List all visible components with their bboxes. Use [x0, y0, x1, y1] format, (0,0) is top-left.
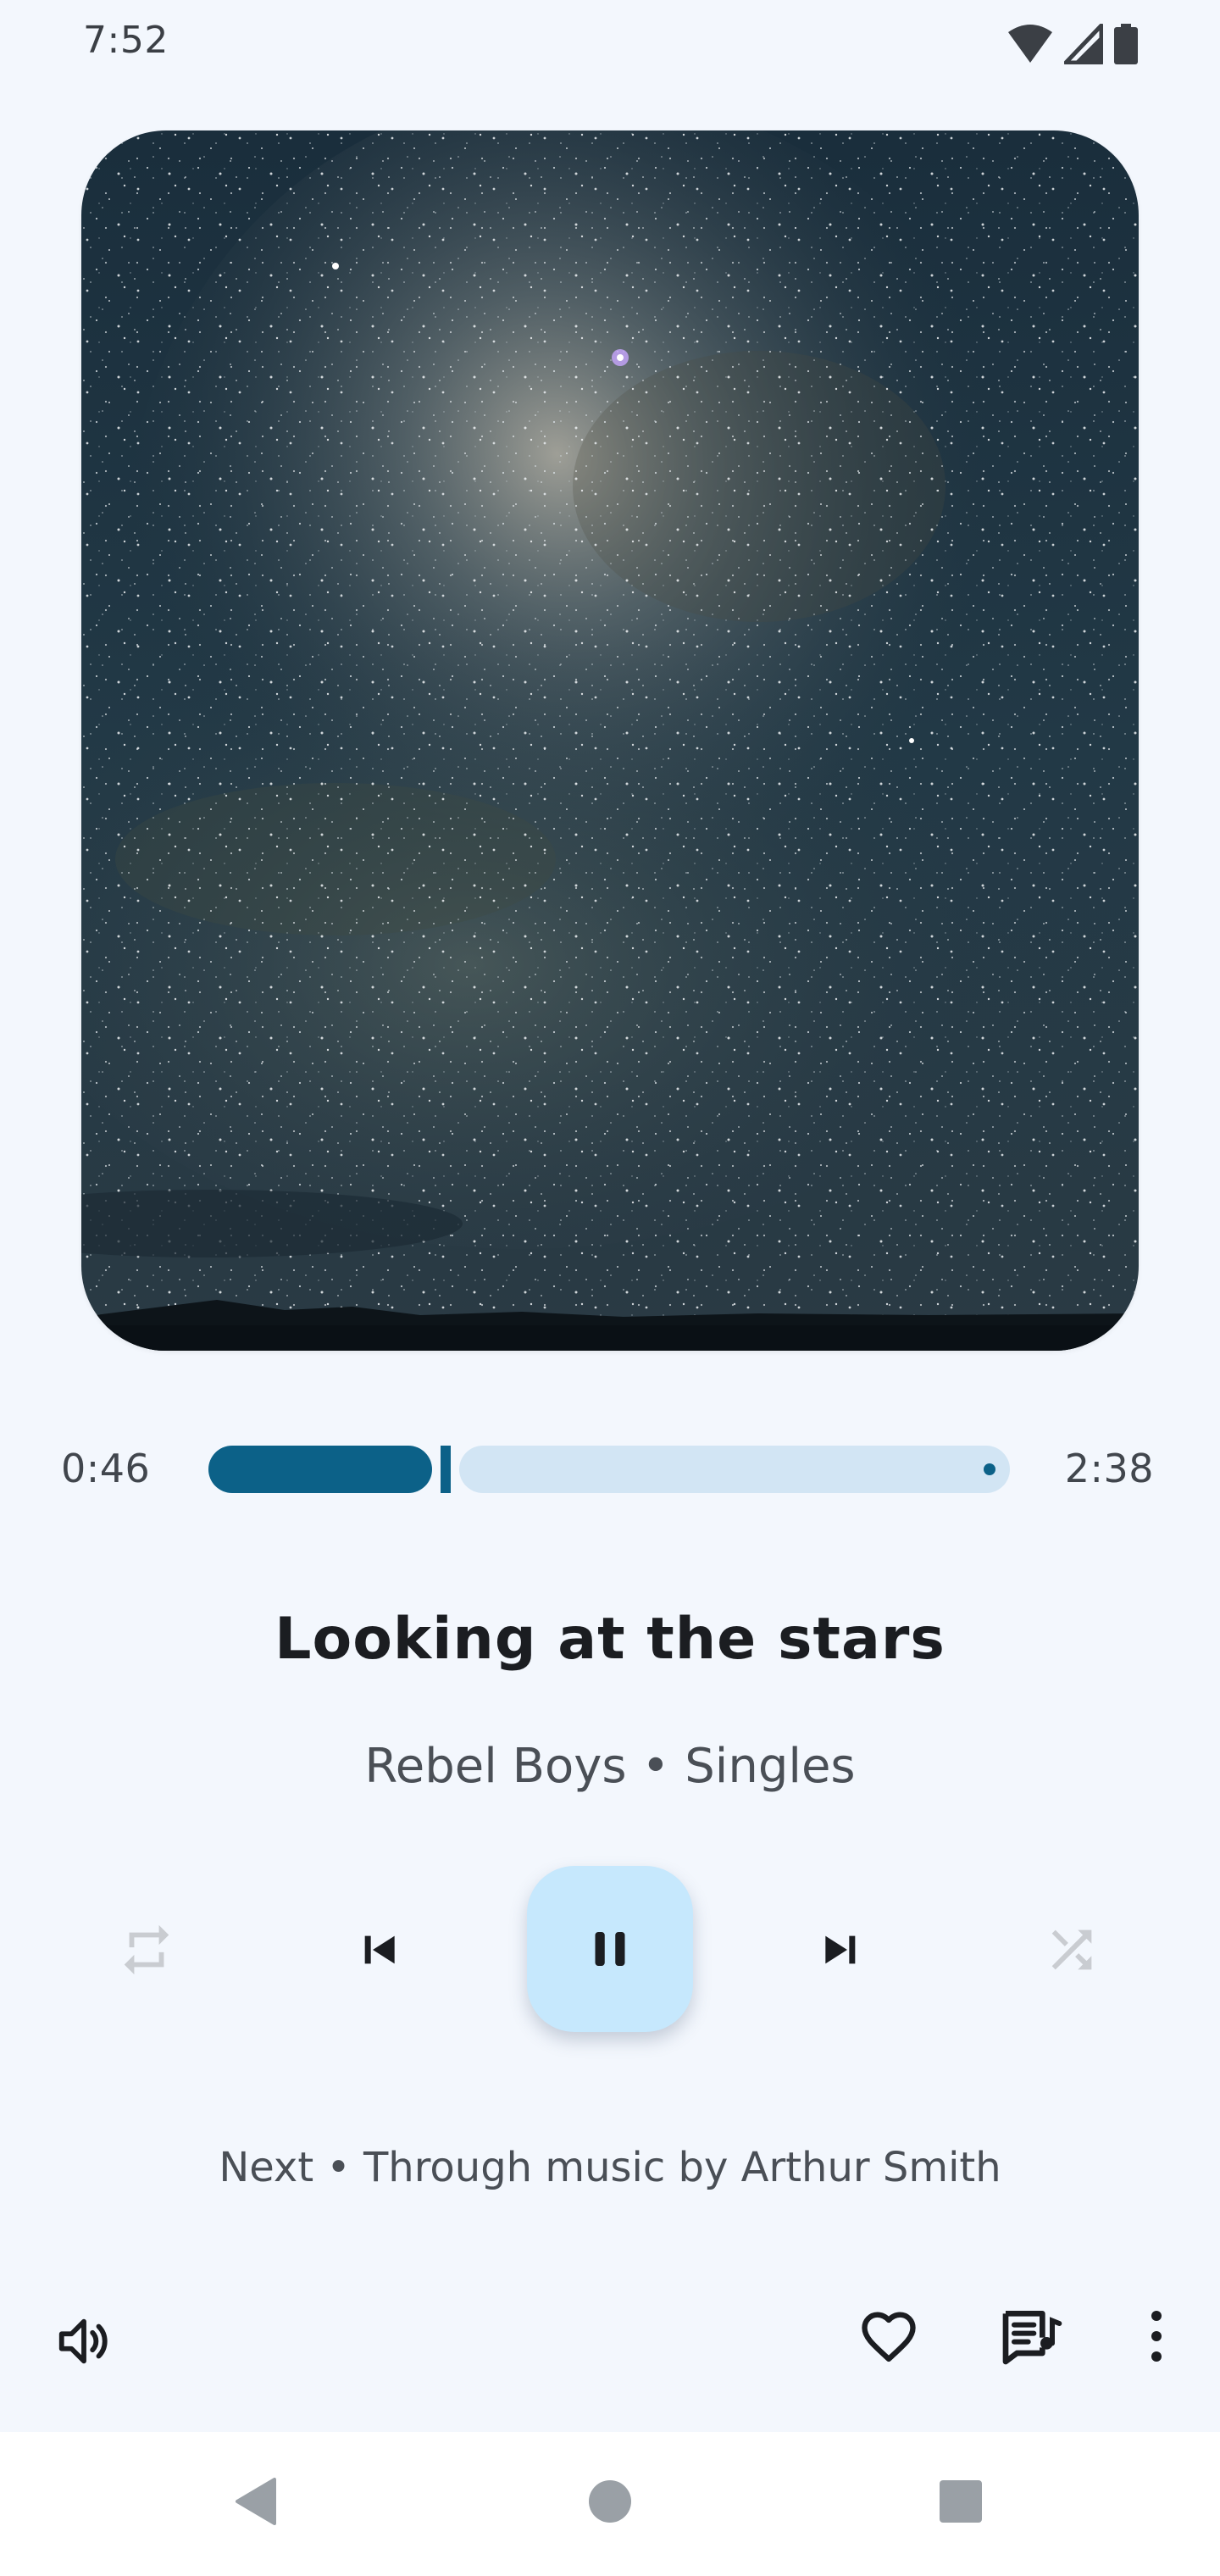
lyrics-button[interactable]	[993, 2298, 1069, 2374]
lyrics-icon	[1002, 2311, 1062, 2365]
shuffle-button[interactable]	[1034, 1912, 1110, 1988]
song-title: Looking at the stars	[274, 1606, 946, 1673]
status-bar: 7:52	[0, 0, 1220, 85]
status-icons	[1006, 24, 1139, 64]
repeat-icon	[124, 1924, 169, 1975]
repeat-button[interactable]	[108, 1912, 185, 1988]
home-icon	[589, 2480, 631, 2523]
shuffle-icon	[1051, 1929, 1092, 1970]
artist-album[interactable]: Rebel Boys • Singles	[0, 1739, 1220, 1794]
favorite-button[interactable]	[851, 2298, 927, 2374]
nav-back-button[interactable]	[222, 2468, 290, 2535]
heart-icon	[862, 2312, 916, 2362]
system-nav-bar	[0, 2432, 1220, 2576]
more-vert-icon	[1151, 2311, 1162, 2362]
seek-bar-thumb[interactable]	[441, 1415, 451, 1524]
skip-previous-icon	[364, 1935, 395, 1964]
skip-previous-button[interactable]	[341, 1912, 417, 1988]
skip-next-button[interactable]	[803, 1912, 879, 1988]
total-time: 2:38	[1064, 1446, 1154, 1491]
signal-icon	[1064, 24, 1103, 64]
album-art	[81, 130, 1139, 1351]
skip-next-icon	[825, 1935, 856, 1964]
nav-home-button[interactable]	[576, 2468, 644, 2535]
elapsed-time: 0:46	[61, 1446, 151, 1491]
seek-bar-remaining	[459, 1446, 1010, 1493]
volume-icon	[58, 2318, 108, 2364]
back-icon	[236, 2478, 276, 2525]
seek-bar-end-dot	[984, 1463, 995, 1475]
nav-recents-button[interactable]	[927, 2468, 995, 2535]
recents-icon	[940, 2480, 982, 2523]
more-options-button[interactable]	[1135, 2298, 1178, 2374]
pause-icon	[595, 1932, 625, 1966]
wifi-icon	[1008, 25, 1052, 63]
seek-bar-played	[208, 1446, 432, 1493]
battery-icon	[1114, 24, 1138, 64]
now-playing-screen: 7:52 0:46 2:38 Looking at the stars Rebe…	[0, 0, 1220, 2576]
volume-button[interactable]	[46, 2303, 122, 2379]
album-art-image	[81, 130, 1139, 1351]
status-time: 7:52	[83, 19, 169, 62]
next-up-label[interactable]: Next • Through music by Arthur Smith	[0, 2144, 1220, 2191]
play-pause-button[interactable]	[527, 1866, 693, 2032]
seek-bar[interactable]	[208, 1415, 1010, 1524]
